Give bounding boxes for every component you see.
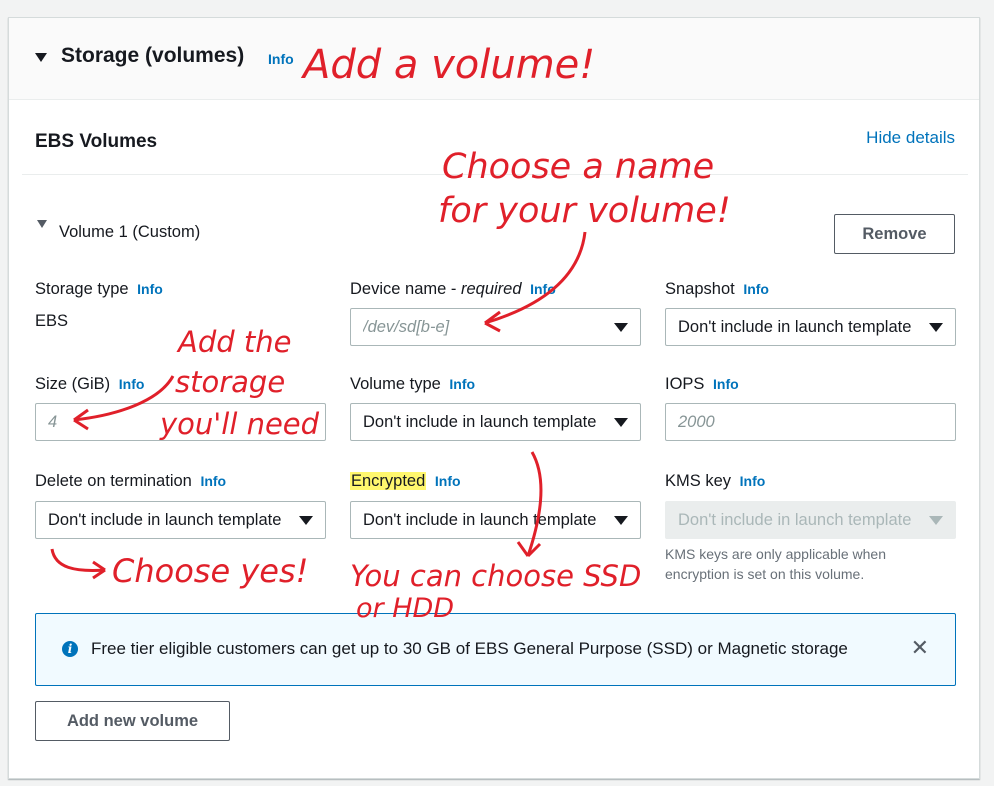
encrypted-label: Encrypted Info — [350, 472, 461, 491]
dropdown-arrow-icon — [929, 323, 943, 332]
storage-type-label-text: Storage type — [35, 280, 129, 298]
volume-type-label-text: Volume type — [350, 375, 441, 393]
size-info-link[interactable]: Info — [119, 376, 145, 392]
device-name-label-text: Device name - — [350, 280, 461, 298]
volume-caret-icon[interactable] — [37, 220, 47, 228]
add-new-volume-button[interactable]: Add new volume — [35, 701, 230, 741]
delete-on-termination-value: Don't include in launch template — [48, 511, 282, 529]
size-placeholder: 4 — [48, 413, 58, 431]
header-info-link[interactable]: Info — [268, 51, 294, 67]
delete-on-termination-info-link[interactable]: Info — [200, 473, 226, 489]
alert-text: Free tier eligible customers can get up … — [91, 639, 848, 658]
kms-key-select: Don't include in launch template — [665, 501, 956, 539]
snapshot-info-link[interactable]: Info — [743, 281, 769, 297]
iops-input[interactable]: 2000 — [665, 403, 956, 441]
storage-type-info-link[interactable]: Info — [137, 281, 163, 297]
device-name-label: Device name - required Info — [350, 280, 556, 299]
divider — [22, 174, 968, 175]
panel-header: Storage (volumes) Info — [9, 18, 979, 100]
storage-type-label: Storage type Info — [35, 280, 163, 299]
volume-type-info-link[interactable]: Info — [449, 376, 475, 392]
encrypted-label-text: Encrypted — [350, 472, 427, 490]
device-name-select[interactable]: /dev/sd[b-e] — [350, 308, 641, 346]
iops-label-text: IOPS — [665, 375, 705, 393]
volume-type-value: Don't include in launch template — [363, 413, 597, 431]
volume-type-select[interactable]: Don't include in launch template — [350, 403, 641, 441]
size-input[interactable]: 4 — [35, 403, 326, 441]
size-label-text: Size (GiB) — [35, 375, 111, 393]
iops-info-link[interactable]: Info — [713, 376, 739, 392]
kms-key-note: KMS keys are only applicable when encryp… — [665, 546, 887, 582]
volume-title: Volume 1 (Custom) — [59, 223, 201, 241]
device-name-placeholder: /dev/sd[b-e] — [363, 318, 450, 336]
size-label: Size (GiB) Info — [35, 375, 144, 394]
iops-placeholder: 2000 — [678, 413, 715, 431]
section-title: EBS Volumes — [35, 131, 158, 152]
dropdown-arrow-icon — [614, 516, 628, 525]
encrypted-select[interactable]: Don't include in launch template — [350, 501, 641, 539]
dropdown-arrow-icon — [299, 516, 313, 525]
snapshot-label: Snapshot Info — [665, 280, 769, 299]
close-icon[interactable]: ✕ — [911, 635, 929, 661]
dropdown-arrow-icon — [614, 323, 628, 332]
info-circle-icon: i — [62, 641, 78, 657]
kms-key-label-text: KMS key — [665, 472, 732, 490]
encrypted-info-link[interactable]: Info — [435, 473, 461, 489]
snapshot-select[interactable]: Don't include in launch template — [665, 308, 956, 346]
dropdown-arrow-icon — [929, 516, 943, 525]
device-name-info-link[interactable]: Info — [530, 281, 556, 297]
collapse-caret-icon[interactable] — [35, 53, 47, 62]
delete-on-termination-label: Delete on termination Info — [35, 472, 226, 491]
storage-type-value: EBS — [35, 312, 69, 330]
delete-on-termination-label-text: Delete on termination — [35, 472, 192, 490]
hide-details-link[interactable]: Hide details — [866, 128, 955, 148]
snapshot-label-text: Snapshot — [665, 280, 735, 298]
delete-on-termination-select[interactable]: Don't include in launch template — [35, 501, 326, 539]
panel-title: Storage (volumes) — [61, 44, 245, 67]
kms-key-value: Don't include in launch template — [678, 511, 912, 529]
snapshot-value: Don't include in launch template — [678, 318, 912, 336]
storage-panel: Storage (volumes) Info EBS Volumes Hide … — [8, 17, 980, 779]
kms-key-label: KMS key Info — [665, 472, 765, 491]
iops-label: IOPS Info — [665, 375, 739, 394]
encrypted-value: Don't include in launch template — [363, 511, 597, 529]
free-tier-alert: i Free tier eligible customers can get u… — [35, 613, 956, 686]
remove-button[interactable]: Remove — [834, 214, 955, 254]
device-name-required: required — [460, 280, 522, 298]
kms-key-info-link[interactable]: Info — [740, 473, 766, 489]
volume-type-label: Volume type Info — [350, 375, 475, 394]
dropdown-arrow-icon — [614, 418, 628, 427]
